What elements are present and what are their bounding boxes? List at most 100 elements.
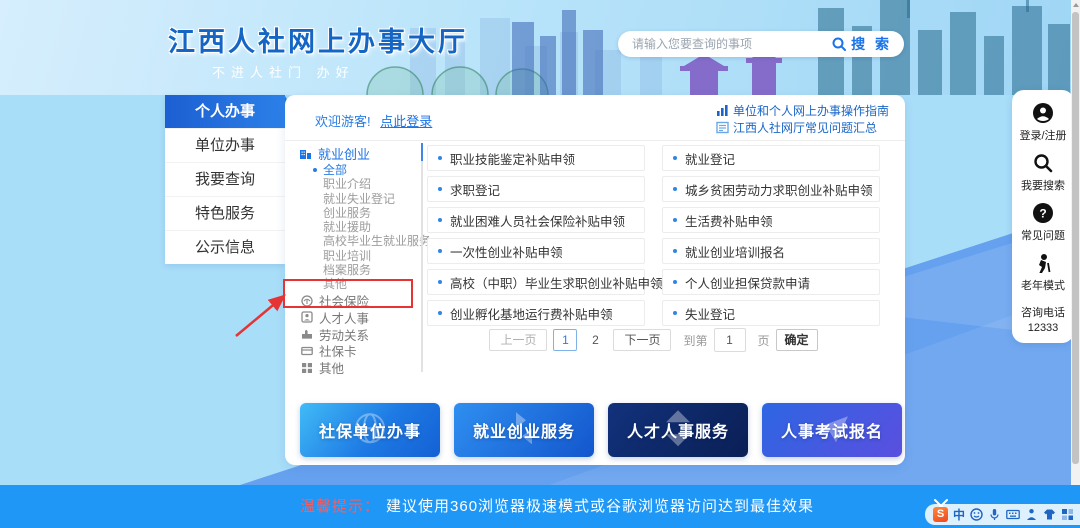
welcome-greeting: 欢迎游客!	[315, 114, 371, 129]
service-item[interactable]: 就业创业培训报名	[662, 238, 880, 264]
site-tagline: 不进人社门 办好	[212, 62, 355, 81]
subcategory-item[interactable]: 创业服务	[323, 206, 419, 220]
floating-side-panel: 登录/注册 我要搜索 ? 常见问题 老年模式 咨询电话	[1012, 90, 1074, 343]
subcategory-item[interactable]: 职业介绍	[323, 177, 419, 191]
side-login-label: 登录/注册	[1019, 127, 1066, 143]
service-item[interactable]: 求职登记	[427, 176, 645, 202]
nav-item-unit[interactable]: 单位办事	[165, 128, 285, 162]
category-menu: 就业创业 全部 职业介绍 就业失业登记 创业服务 就业援助 高校毕业生就业服务 …	[299, 143, 419, 376]
card-icon	[301, 345, 313, 357]
prev-page-button[interactable]: 上一页	[489, 329, 547, 351]
welcome-bar: 欢迎游客! 点此登录	[315, 111, 432, 130]
banner-exam-registration[interactable]: 人事考试报名	[762, 403, 902, 457]
building-icon	[299, 147, 312, 160]
left-nav: 个人办事 单位办事 我要查询 特色服务 公示信息	[165, 95, 285, 264]
subcategory-item[interactable]: 其他	[323, 277, 419, 291]
subcategory-item[interactable]: 高校毕业生就业服务	[323, 234, 419, 248]
search-bar[interactable]: 搜 索	[618, 31, 904, 57]
subcategory-item[interactable]: 职业培训	[323, 249, 419, 263]
header-banner: 江西人社网上办事大厅 不进人社门 办好 搜 索	[0, 0, 1080, 95]
scrollbar-thumb[interactable]	[1072, 12, 1079, 464]
microphone-icon[interactable]	[988, 508, 1001, 521]
service-item[interactable]: 高校（中职）毕业生求职创业补贴申领	[427, 269, 645, 295]
side-search-button[interactable]: 我要搜索	[1021, 152, 1065, 193]
banner-talent-hr-service[interactable]: 人才人事服务	[608, 403, 748, 457]
shield-circle-icon	[301, 295, 313, 307]
main-content-card: 欢迎游客! 点此登录 单位和个人网上办事操作指南 江西人社网厅常见问题汇总	[285, 95, 905, 465]
next-page-button[interactable]: 下一页	[613, 329, 671, 351]
service-item[interactable]: 一次性创业补贴申领	[427, 238, 645, 264]
page-number-1[interactable]: 1	[553, 329, 577, 351]
ime-logo[interactable]: S	[933, 507, 948, 522]
quick-links: 单位和个人网上办事操作指南 江西人社网厅常见问题汇总	[716, 102, 889, 136]
banner-employment-service[interactable]: 就业创业服务	[454, 403, 594, 457]
service-item[interactable]: 就业登记	[662, 145, 880, 171]
user-icon	[1032, 102, 1054, 124]
quick-link-guide[interactable]: 单位和个人网上办事操作指南	[716, 102, 889, 119]
category-employment[interactable]: 就业创业	[299, 143, 419, 163]
ime-tray: S 中	[925, 504, 1080, 525]
category-scrollbar-track	[421, 161, 423, 372]
consult-phone-label: 咨询电话	[1021, 306, 1065, 321]
consult-phone: 咨询电话 12333	[1021, 306, 1065, 336]
nav-item-public-info[interactable]: 公示信息	[165, 230, 285, 264]
subcategory-item[interactable]: 档案服务	[323, 263, 419, 277]
goto-page-input[interactable]	[714, 328, 746, 352]
person-badge-icon	[301, 311, 313, 323]
person-icon[interactable]	[1025, 508, 1038, 521]
elder-person-icon	[1032, 252, 1054, 274]
smiley-icon[interactable]	[970, 508, 983, 521]
confirm-page-button[interactable]: 确定	[776, 329, 818, 351]
banner-row: 社保单位办事 就业创业服务 人才人事服务 人事考试报名	[300, 403, 902, 457]
category-social-insurance[interactable]: 社会保险	[301, 293, 419, 309]
service-item[interactable]: 生活费补贴申领	[662, 207, 880, 233]
service-item[interactable]: 个人创业担保贷款申请	[662, 269, 880, 295]
search-icon	[831, 36, 847, 52]
subcategory-item[interactable]: 就业援助	[323, 220, 419, 234]
category-social-security-card[interactable]: 社保卡	[301, 343, 419, 359]
login-link[interactable]: 点此登录	[380, 114, 432, 129]
toolbox-grid-icon[interactable]	[1061, 508, 1074, 521]
nav-item-personal[interactable]: 个人办事	[165, 95, 285, 128]
divider	[285, 140, 905, 141]
category-other[interactable]: 其他	[301, 360, 419, 376]
search-input[interactable]	[630, 36, 831, 52]
category-talent-hr[interactable]: 人才人事	[301, 309, 419, 325]
nav-item-query[interactable]: 我要查询	[165, 162, 285, 196]
clothes-icon[interactable]	[1043, 508, 1056, 521]
side-login-button[interactable]: 登录/注册	[1019, 102, 1066, 143]
service-list: 职业技能鉴定补贴申领 就业登记 求职登记 城乡贫困劳动力求职创业补贴申领 就业困…	[427, 145, 880, 326]
goto-page-suffix: 页	[758, 332, 770, 349]
bar-chart-icon	[716, 104, 729, 117]
side-faq-label: 常见问题	[1021, 227, 1065, 243]
side-faq-button[interactable]: ? 常见问题	[1021, 202, 1065, 243]
ime-language-indicator[interactable]: 中	[953, 506, 965, 523]
document-icon	[716, 121, 729, 134]
category-labor-relations[interactable]: 劳动关系	[301, 326, 419, 342]
nav-item-featured[interactable]: 特色服务	[165, 196, 285, 230]
side-elder-mode-button[interactable]: 老年模式	[1021, 252, 1065, 293]
service-item[interactable]: 职业技能鉴定补贴申领	[427, 145, 645, 171]
notice-text: 温馨提示：建议使用360浏览器极速模式或谷歌浏览器访问达到最佳效果	[300, 485, 814, 528]
service-item[interactable]: 创业孵化基地运行费补贴申领	[427, 300, 645, 326]
service-item[interactable]: 就业困难人员社会保险补贴申领	[427, 207, 645, 233]
service-item[interactable]: 失业登记	[662, 300, 880, 326]
category-label: 其他	[319, 358, 344, 377]
banner-label: 人事考试报名	[781, 418, 883, 442]
banner-social-insurance-unit[interactable]: 社保单位办事	[300, 403, 440, 457]
keyboard-icon[interactable]	[1006, 508, 1020, 521]
service-item[interactable]: 城乡贫困劳动力求职创业补贴申领	[662, 176, 880, 202]
category-scrollbar-thumb[interactable]	[421, 143, 423, 161]
consult-phone-number: 12333	[1021, 321, 1065, 336]
search-button[interactable]: 搜 索	[831, 34, 892, 54]
side-elder-mode-label: 老年模式	[1021, 277, 1065, 293]
banner-label: 人才人事服务	[627, 418, 729, 442]
quick-link-faq[interactable]: 江西人社网厅常见问题汇总	[716, 119, 889, 136]
subcategory-all[interactable]: 全部	[323, 163, 419, 177]
scrollbar-up-arrow[interactable]	[1073, 3, 1079, 7]
pagination: 上一页 1 2 下一页 到第 页 确定	[427, 328, 880, 352]
search-button-label: 搜 索	[851, 34, 892, 54]
subcategory-item[interactable]: 就业失业登记	[323, 192, 419, 206]
category-label: 就业创业	[318, 144, 370, 163]
page-number-2[interactable]: 2	[583, 329, 607, 351]
